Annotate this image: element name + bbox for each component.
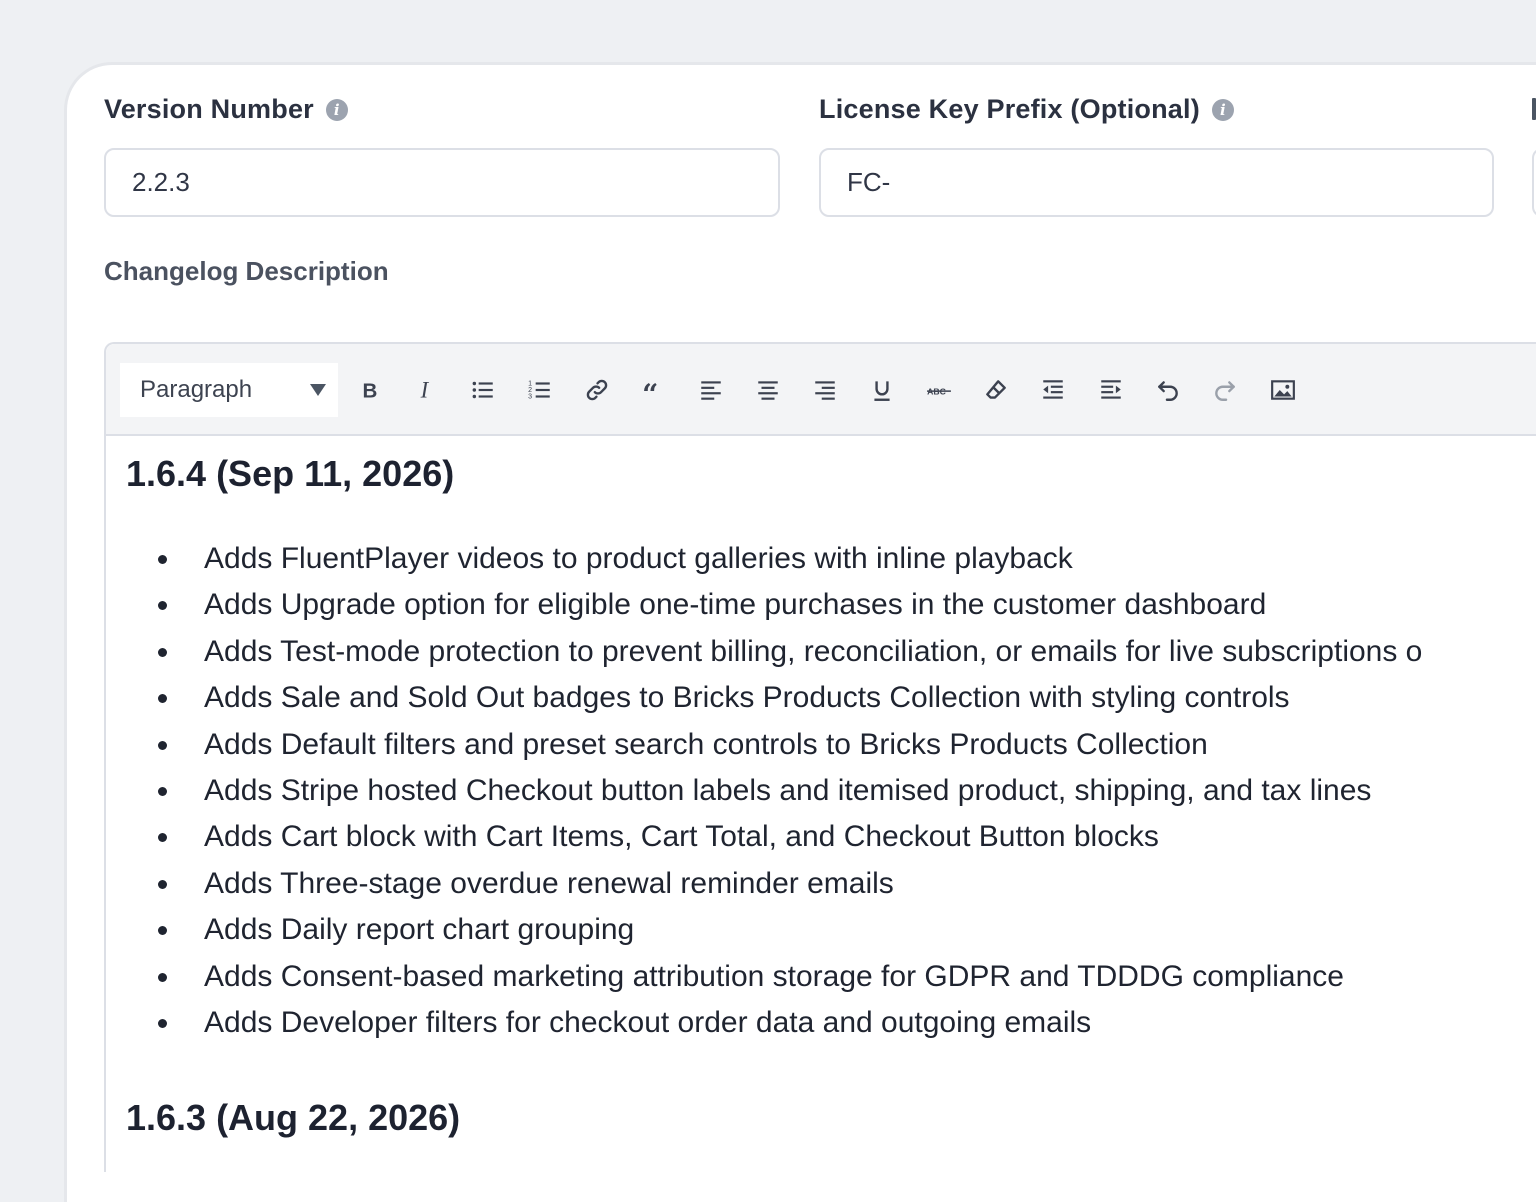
version-number-label: Version Number i [104, 94, 348, 125]
blockquote-icon: “ [642, 378, 658, 403]
third-field-input-edge[interactable] [1532, 148, 1536, 217]
bullet-list-button[interactable] [463, 370, 503, 410]
svg-text:“: “ [642, 378, 658, 403]
list-item: Adds Three-stage overdue renewal reminde… [158, 861, 1536, 907]
list-item: Adds Upgrade option for eligible one-tim… [158, 582, 1536, 628]
version-number-input[interactable] [104, 148, 780, 217]
numbered-list-icon: 123 [528, 381, 550, 401]
list-item: Adds Test-mode protection to prevent bil… [158, 629, 1536, 675]
undo-button[interactable] [1148, 370, 1188, 410]
outdent-icon [1043, 380, 1063, 399]
list-item: Adds Default filters and preset search c… [158, 722, 1536, 768]
svg-text:B: B [363, 380, 378, 403]
svg-text:3: 3 [528, 394, 532, 401]
bold-button[interactable]: B [349, 370, 389, 410]
license-key-prefix-label: License Key Prefix (Optional) i [819, 94, 1234, 125]
editor-toolbar: Paragraph B I 123 “ ABC [106, 344, 1536, 436]
link-icon [586, 379, 608, 401]
caret-down-icon [310, 384, 326, 396]
changelog-description-label: Changelog Description [104, 256, 389, 286]
changelog-editor: Paragraph B I 123 “ ABC 1.6.4 (Sep 11, 2… [104, 342, 1536, 1172]
info-icon[interactable]: i [325, 98, 348, 121]
list-item: Adds Consent-based marketing attribution… [158, 954, 1536, 1000]
strikethrough-button[interactable]: ABC [919, 370, 959, 410]
insert-image-button[interactable] [1263, 370, 1303, 410]
editor-content[interactable]: 1.6.4 (Sep 11, 2026) Adds FluentPlayer v… [106, 436, 1536, 1180]
list-item: Adds FluentPlayer videos to product gall… [158, 536, 1536, 582]
bullet-list-icon [472, 381, 493, 399]
indent-button[interactable] [1091, 370, 1131, 410]
align-center-button[interactable] [748, 370, 788, 410]
format-select-value: Paragraph [140, 376, 253, 403]
redo-button[interactable] [1205, 370, 1245, 410]
list-item: Adds Stripe hosted Checkout button label… [158, 768, 1536, 814]
image-icon [1271, 380, 1295, 400]
list-item: Adds Cart block with Cart Items, Cart To… [158, 814, 1536, 860]
outdent-button[interactable] [1033, 370, 1073, 410]
release-heading: 1.6.3 (Aug 22, 2026) [126, 1097, 461, 1139]
underline-icon [874, 381, 890, 401]
align-left-button[interactable] [691, 370, 731, 410]
redo-icon [1215, 381, 1235, 401]
version-number-label-text: Version Number [104, 94, 314, 124]
underline-button[interactable] [862, 370, 902, 410]
clear-formatting-icon [986, 380, 1006, 399]
align-right-icon [815, 381, 835, 400]
list-item: Adds Daily report chart grouping [158, 907, 1536, 953]
bold-icon: B [363, 380, 378, 403]
info-icon[interactable]: i [1211, 98, 1234, 121]
third-field-label-edge [1532, 98, 1536, 120]
release-heading: 1.6.4 (Sep 11, 2026) [126, 453, 455, 494]
list-item: Adds Developer filters for checkout orde… [158, 1000, 1536, 1046]
svg-text:I: I [420, 378, 430, 403]
align-right-button[interactable] [805, 370, 845, 410]
release-notes-list: Adds FluentPlayer videos to product gall… [158, 536, 1536, 1046]
align-left-icon [701, 381, 721, 400]
list-item: Adds Sale and Sold Out badges to Bricks … [158, 675, 1536, 721]
link-button[interactable] [577, 370, 617, 410]
align-center-icon [758, 381, 778, 400]
blockquote-button[interactable]: “ [634, 370, 674, 410]
clear-formatting-button[interactable] [976, 370, 1016, 410]
italic-icon: I [420, 378, 430, 403]
indent-icon [1101, 380, 1121, 399]
numbered-list-button[interactable]: 123 [520, 370, 560, 410]
license-key-prefix-label-text: License Key Prefix (Optional) [819, 94, 1200, 124]
undo-icon [1158, 381, 1178, 401]
paragraph-format-select[interactable]: Paragraph [120, 363, 338, 417]
italic-button[interactable]: I [406, 370, 446, 410]
license-key-prefix-input[interactable] [819, 148, 1494, 217]
strikethrough-icon: ABC [927, 386, 951, 396]
